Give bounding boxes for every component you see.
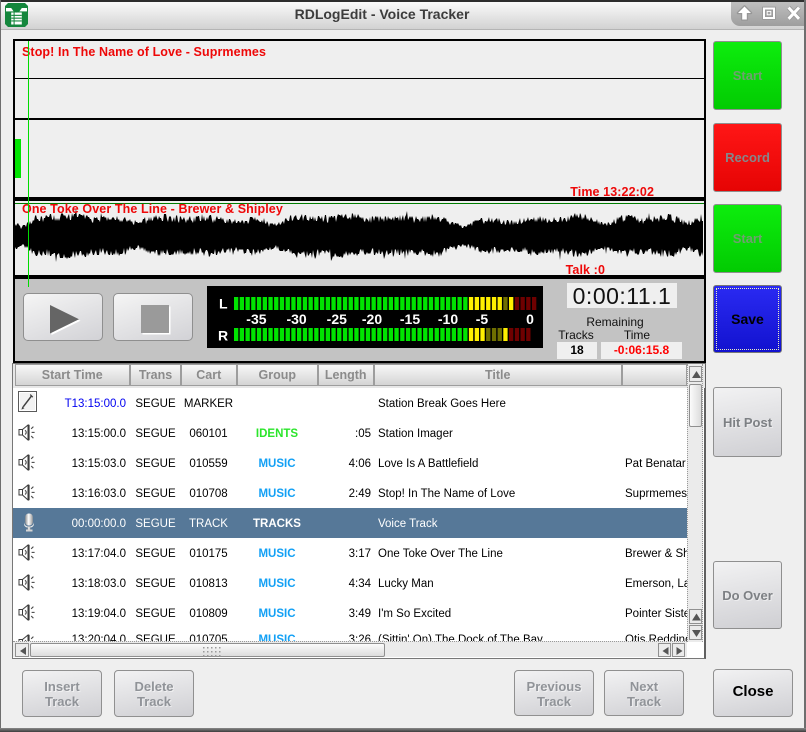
svg-text:-30: -30	[286, 311, 306, 327]
svg-text:-10: -10	[438, 311, 458, 327]
svg-text:0: 0	[526, 311, 534, 327]
svg-text:-5: -5	[476, 311, 489, 327]
svg-text:-20: -20	[362, 311, 382, 327]
svg-text:-25: -25	[327, 311, 347, 327]
svg-text:-15: -15	[400, 311, 420, 327]
svg-text:R: R	[218, 328, 228, 344]
svg-text:L: L	[219, 296, 228, 312]
svg-text:-35: -35	[246, 311, 266, 327]
